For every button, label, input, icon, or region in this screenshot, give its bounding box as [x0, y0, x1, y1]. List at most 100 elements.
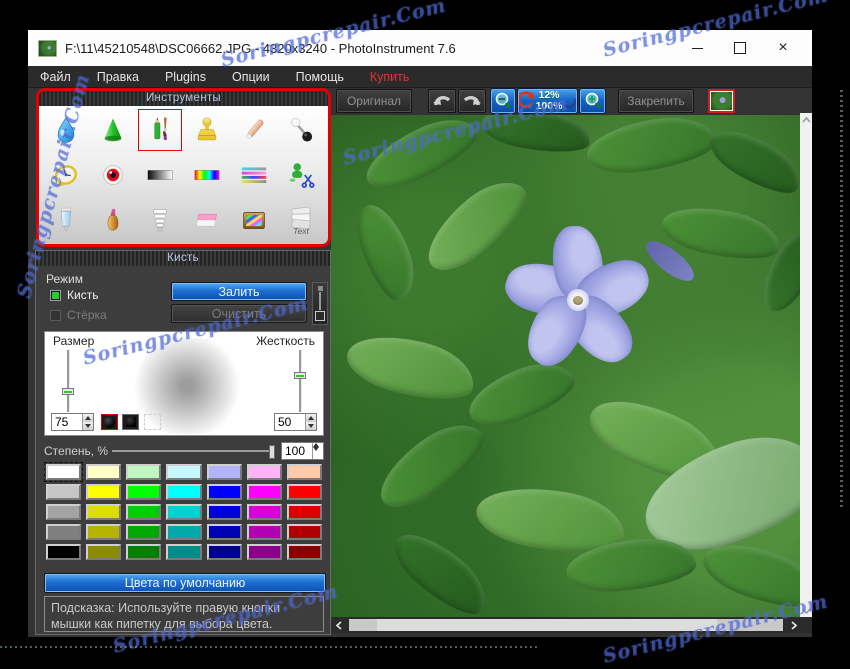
round-brush-button[interactable] [101, 414, 118, 430]
palette-swatch[interactable] [43, 462, 84, 482]
hardness-slider[interactable] [293, 350, 307, 412]
degree-slider-thumb[interactable] [269, 445, 275, 459]
tool-figure-scissors[interactable] [279, 154, 323, 196]
tool-gray-gradient[interactable] [138, 154, 182, 196]
horizontal-scrollbar[interactable] [332, 617, 800, 633]
palette-swatch[interactable] [286, 464, 322, 480]
palette-swatch[interactable] [46, 544, 82, 560]
hardness-slider-thumb[interactable] [294, 372, 306, 379]
palette-swatch[interactable] [86, 464, 122, 480]
zoom-level-display[interactable]: 12% 100% [517, 88, 578, 114]
palette-swatch[interactable] [166, 504, 202, 520]
vertical-scrollbar[interactable] [800, 113, 812, 617]
palette-swatch[interactable] [166, 464, 202, 480]
degree-down-arrow[interactable] [313, 447, 323, 451]
undo-button[interactable] [428, 89, 456, 113]
tool-makeup-bottle[interactable] [91, 199, 135, 241]
default-colors-button[interactable]: Цвета по умолчанию [44, 573, 326, 593]
eraser-mode-checkbox[interactable] [50, 309, 61, 321]
palette-swatch[interactable] [206, 524, 242, 540]
palette-swatch[interactable] [86, 544, 122, 560]
scroll-right-arrow[interactable] [787, 619, 800, 632]
palette-swatch[interactable] [246, 464, 282, 480]
tool-color-stripes[interactable] [232, 154, 276, 196]
degree-value-input[interactable] [282, 443, 312, 459]
scroll-down-arrow[interactable] [800, 604, 812, 617]
zoom-in-button[interactable] [579, 88, 606, 114]
marquee-brush-button[interactable] [144, 414, 161, 430]
palette-swatch[interactable] [206, 544, 242, 560]
minimize-button[interactable] [690, 41, 704, 55]
palette-swatch[interactable] [86, 504, 122, 520]
tool-red-eye-removal[interactable] [91, 154, 135, 196]
size-down-arrow[interactable] [83, 422, 93, 430]
size-slider-thumb[interactable] [62, 388, 74, 395]
hscroll-track[interactable] [349, 619, 783, 631]
tool-ball-and-stick[interactable] [279, 109, 323, 151]
maximize-button[interactable] [733, 41, 747, 55]
fill-button[interactable]: Залить [171, 282, 307, 301]
size-spinner[interactable] [51, 413, 94, 431]
square-brush-button[interactable] [122, 414, 139, 430]
palette-swatch[interactable] [246, 544, 282, 560]
palette-swatch[interactable] [126, 524, 162, 540]
palette-swatch[interactable] [126, 544, 162, 560]
palette-swatch[interactable] [286, 504, 322, 520]
scroll-left-arrow[interactable] [332, 619, 345, 632]
palette-swatch[interactable] [286, 524, 322, 540]
size-slider[interactable] [61, 350, 75, 412]
palette-swatch[interactable] [126, 504, 162, 520]
palette-swatch[interactable] [86, 484, 122, 500]
palette-swatch[interactable] [206, 484, 242, 500]
palette-swatch[interactable] [246, 484, 282, 500]
palette-swatch[interactable] [46, 484, 82, 500]
degree-slider[interactable] [112, 445, 275, 459]
menu-edit[interactable]: Правка [97, 70, 139, 84]
spacing-stepper[interactable] [312, 282, 328, 325]
menu-file[interactable]: Файл [40, 70, 71, 84]
menu-help[interactable]: Помощь [296, 70, 344, 84]
hardness-down-arrow[interactable] [306, 422, 316, 430]
photo-canvas[interactable] [331, 115, 800, 617]
tool-pencil-brush[interactable] [138, 109, 183, 152]
scroll-up-arrow[interactable] [800, 113, 812, 126]
pin-button[interactable]: Закрепить [618, 89, 694, 113]
menu-buy[interactable]: Купить [370, 70, 410, 84]
palette-swatch[interactable] [206, 504, 242, 520]
hardness-up-arrow[interactable] [306, 414, 316, 422]
brush-mode-option[interactable]: Кисть [50, 288, 98, 302]
tool-glamour-tube[interactable] [44, 199, 88, 241]
close-button[interactable]: × [776, 40, 790, 56]
eraser-mode-option[interactable]: Стёрка [50, 308, 107, 322]
stepper-handle[interactable] [315, 311, 325, 321]
image-thumbnail[interactable] [708, 89, 735, 113]
palette-swatch[interactable] [126, 464, 162, 480]
palette-swatch[interactable] [166, 544, 202, 560]
tool-water-drop-smudge[interactable] [44, 109, 88, 151]
menu-options[interactable]: Опции [232, 70, 270, 84]
tool-eraser[interactable] [185, 199, 229, 241]
tool-liquify-clock[interactable] [44, 154, 88, 196]
tool-rainbow-gradient[interactable] [185, 154, 229, 196]
size-value-input[interactable] [52, 414, 82, 430]
tool-denoise-tv[interactable] [232, 199, 276, 241]
zoom-out-button[interactable] [490, 88, 516, 114]
original-button[interactable]: Оригинал [336, 89, 412, 113]
palette-swatch[interactable] [286, 544, 322, 560]
palette-swatch[interactable] [86, 524, 122, 540]
brush-mode-checkbox[interactable] [50, 289, 61, 301]
palette-swatch[interactable] [166, 484, 202, 500]
palette-swatch[interactable] [166, 524, 202, 540]
tool-clone-stamp[interactable] [185, 109, 229, 151]
palette-swatch[interactable] [46, 524, 82, 540]
tool-text-layers[interactable]: Text [279, 199, 323, 241]
palette-swatch[interactable] [206, 464, 242, 480]
clear-button[interactable]: Очистить [171, 304, 307, 323]
palette-swatch[interactable] [246, 524, 282, 540]
tool-cone[interactable] [91, 109, 135, 151]
palette-swatch[interactable] [246, 504, 282, 520]
hardness-spinner[interactable] [274, 413, 317, 431]
hscroll-thumb[interactable] [377, 619, 717, 631]
redo-button[interactable] [458, 89, 486, 113]
size-up-arrow[interactable] [83, 414, 93, 422]
